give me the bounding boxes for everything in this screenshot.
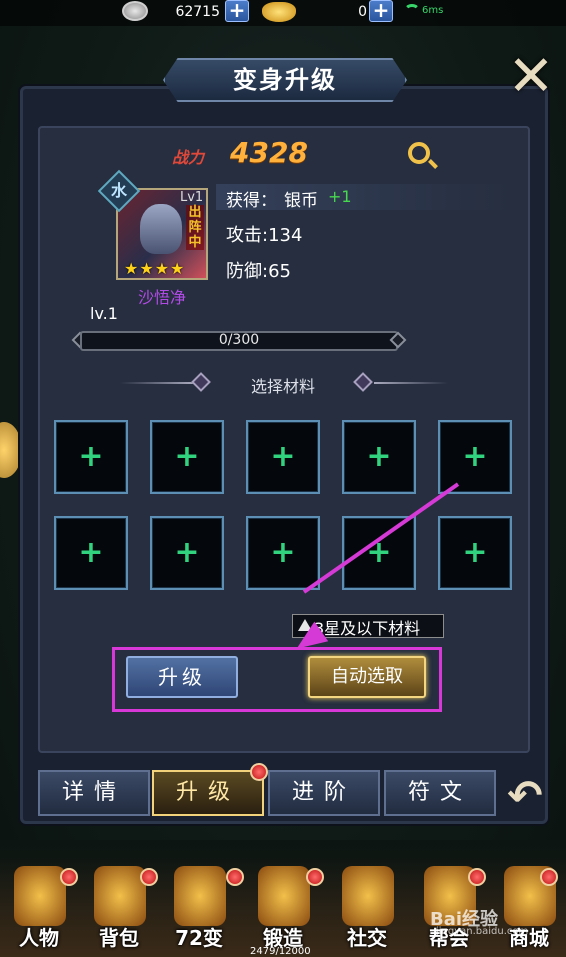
bag-icon bbox=[94, 866, 146, 926]
material-slot-9[interactable]: + bbox=[342, 516, 416, 590]
panel-title: 变身升级 bbox=[233, 66, 337, 94]
transform-icon bbox=[174, 866, 226, 926]
reward-amount: +1 bbox=[328, 187, 352, 206]
notification-dot-icon bbox=[468, 868, 486, 886]
auto-select-button[interactable]: 自动选取 bbox=[308, 656, 426, 698]
upgrade-button[interactable]: 升级 bbox=[126, 656, 238, 698]
nav-label: 背包 bbox=[99, 926, 139, 950]
nav-label: 社交 bbox=[347, 926, 387, 950]
material-slot-1[interactable]: + bbox=[54, 420, 128, 494]
add-icon: + bbox=[366, 439, 392, 474]
notification-dot-icon bbox=[140, 868, 158, 886]
material-slot-5[interactable]: + bbox=[438, 420, 512, 494]
character-icon bbox=[14, 866, 66, 926]
attack-stat: 攻击:134 bbox=[226, 225, 303, 246]
nav-label: 72变 bbox=[175, 926, 223, 950]
notification-dot-icon bbox=[306, 868, 324, 886]
material-slot-4[interactable]: + bbox=[342, 420, 416, 494]
add-icon: + bbox=[462, 535, 488, 570]
material-slot-7[interactable]: + bbox=[150, 516, 224, 590]
social-icon bbox=[342, 866, 394, 926]
material-filter-label: 3星及以下材料 bbox=[314, 619, 421, 638]
material-slot-2[interactable]: + bbox=[150, 420, 224, 494]
deploy-status-tag: 出阵中 bbox=[186, 205, 204, 250]
wifi-icon bbox=[404, 4, 420, 18]
add-icon: + bbox=[174, 535, 200, 570]
add-icon: + bbox=[270, 535, 296, 570]
material-slot-6[interactable]: + bbox=[54, 516, 128, 590]
close-button[interactable]: ✕ bbox=[506, 49, 556, 105]
material-slot-10[interactable]: + bbox=[438, 516, 512, 590]
tab-runes[interactable]: 符文 bbox=[384, 770, 496, 816]
hero-name: 沙悟净 bbox=[137, 288, 186, 307]
player-exp-text: 2479/12000 bbox=[250, 946, 311, 957]
ping-value: 6ms bbox=[422, 5, 444, 16]
forge-icon bbox=[258, 866, 310, 926]
section-divider-left bbox=[120, 382, 194, 384]
exp-text: 0/300 bbox=[218, 332, 260, 348]
gold-ingot-icon bbox=[262, 2, 296, 22]
tab-details[interactable]: 详情 bbox=[38, 770, 150, 816]
back-arrow-icon[interactable]: ↶ bbox=[501, 772, 549, 822]
hero-face-image bbox=[140, 204, 182, 254]
add-icon: + bbox=[462, 439, 488, 474]
add-silver-button[interactable]: + bbox=[225, 0, 249, 22]
notification-dot-icon bbox=[540, 868, 558, 886]
tab-advance[interactable]: 进阶 bbox=[268, 770, 380, 816]
element-label: 水 bbox=[110, 181, 127, 200]
notification-dot-icon bbox=[226, 868, 244, 886]
silver-value: 62715 bbox=[175, 4, 220, 20]
nav-item-social[interactable]: 社交 bbox=[332, 866, 402, 956]
add-icon: + bbox=[78, 439, 104, 474]
tab-upgrade[interactable]: 升级 bbox=[152, 770, 264, 816]
reward-item: 银币 bbox=[284, 191, 318, 211]
gold-value: 0 bbox=[358, 4, 367, 20]
add-icon: + bbox=[270, 439, 296, 474]
add-icon: + bbox=[174, 439, 200, 474]
watermark-url: jingyan.baidu.com bbox=[436, 926, 529, 937]
add-icon: + bbox=[78, 535, 104, 570]
hero-level-tag: Lv1 bbox=[180, 190, 204, 205]
nav-label: 人物 bbox=[19, 926, 59, 950]
notification-dot-icon bbox=[60, 868, 78, 886]
notification-dot-icon bbox=[250, 763, 268, 781]
silver-coin-icon bbox=[122, 1, 148, 21]
hero-level: lv.1 bbox=[90, 304, 118, 323]
search-icon[interactable] bbox=[408, 142, 430, 164]
defense-stat: 防御:65 bbox=[226, 261, 291, 282]
add-gold-button[interactable]: + bbox=[369, 0, 393, 22]
power-value: 4328 bbox=[230, 136, 308, 169]
materials-title: 选择材料 bbox=[250, 377, 315, 396]
material-slot-8[interactable]: + bbox=[246, 516, 320, 590]
power-label: 战力 bbox=[172, 148, 205, 167]
material-slot-3[interactable]: + bbox=[246, 420, 320, 494]
hero-stars: ★★★★ bbox=[124, 259, 186, 278]
reward-label: 获得： bbox=[226, 191, 277, 211]
section-divider-right bbox=[374, 382, 448, 384]
nav-item-transform[interactable]: 72变 bbox=[164, 866, 234, 956]
